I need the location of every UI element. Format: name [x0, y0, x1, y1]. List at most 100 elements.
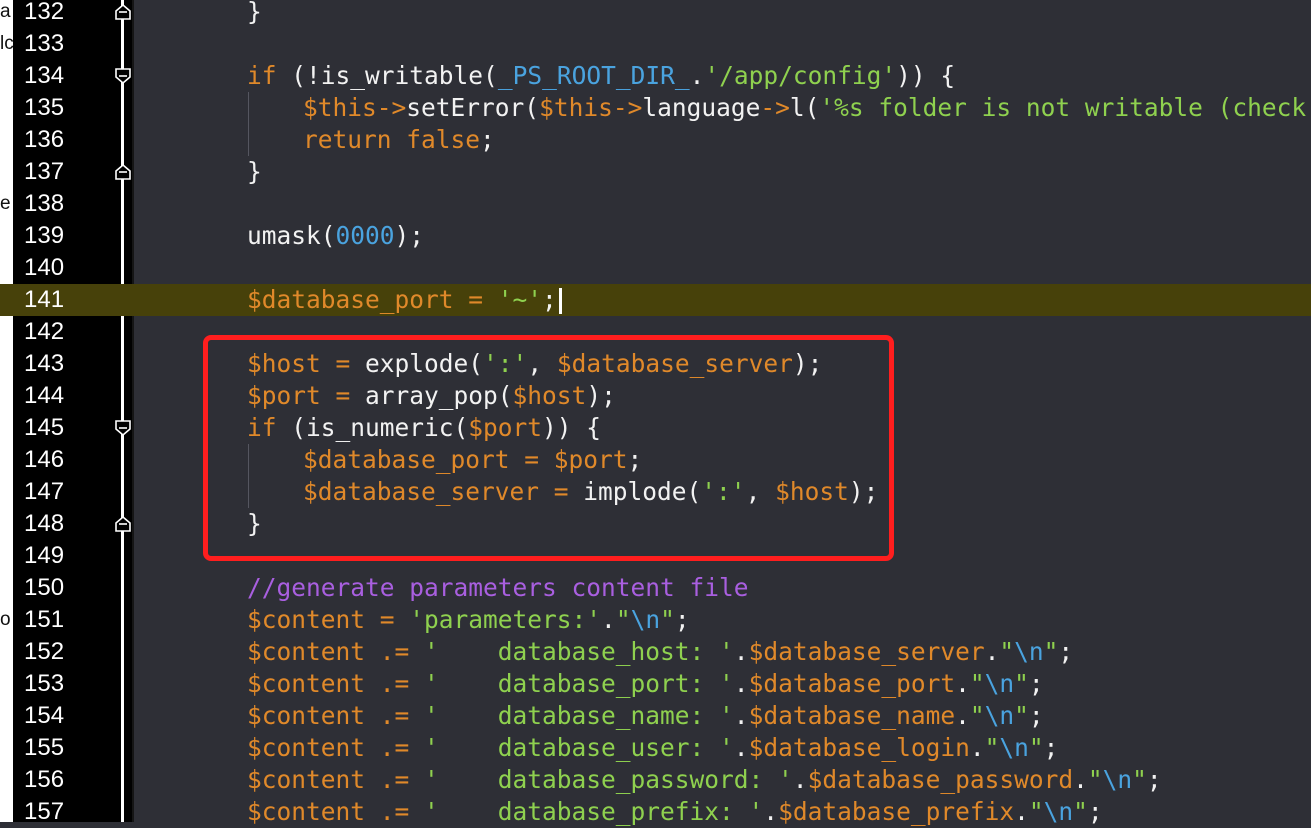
code-text[interactable]: $content .= ' database_port: '.$database… — [247, 668, 1044, 700]
code-token: ; — [1028, 669, 1044, 698]
code-text[interactable]: $content .= ' database_name: '.$database… — [247, 700, 1044, 732]
fold-end-icon[interactable] — [114, 3, 132, 21]
code-line[interactable]: 134 if (!is_writable(_PS_ROOT_DIR_.'/app/… — [0, 60, 1311, 92]
code-text[interactable]: if (!is_writable(_PS_ROOT_DIR_.'/app/con… — [247, 60, 955, 92]
code-token: $content — [247, 637, 366, 666]
code-text[interactable]: $content = 'parameters:'."\n"; — [247, 604, 690, 636]
code-token: ' database_name: ' — [424, 701, 734, 730]
code-line[interactable]: 151 $content = 'parameters:'."\n"; — [0, 604, 1311, 636]
line-number: 152 — [24, 638, 65, 665]
code-token: . — [733, 701, 749, 730]
line-number: 155 — [24, 734, 65, 761]
code-token: ; — [480, 125, 495, 154]
line-number: 133 — [24, 30, 65, 57]
indent-guide — [248, 92, 249, 124]
code-token: umask( — [247, 221, 336, 250]
code-token: " — [615, 605, 631, 634]
code-token: \n — [984, 701, 1015, 730]
code-token: .= — [365, 765, 425, 794]
line-number: 147 — [24, 478, 65, 505]
code-token: ' database_password: ' — [424, 765, 793, 794]
code-token: " — [969, 669, 985, 698]
code-token: . — [1073, 765, 1088, 794]
code-line[interactable]: 133 — [0, 28, 1311, 60]
code-line[interactable]: 152 $content .= ' database_host: '.$datab… — [0, 636, 1311, 668]
code-token: $content — [247, 605, 366, 634]
line-number: 149 — [24, 542, 65, 569]
indent-guide — [248, 124, 249, 156]
code-line[interactable]: 155 $content .= ' database_user: '.$datab… — [0, 732, 1311, 764]
line-number: 141 — [24, 286, 65, 313]
fold-end-icon[interactable] — [114, 163, 132, 181]
code-token: $content — [247, 701, 366, 730]
code-token: $content — [247, 669, 366, 698]
code-token: $database_port — [247, 285, 454, 314]
code-text[interactable]: } — [247, 0, 262, 28]
code-line[interactable]: 141 $database_port = '~'; — [0, 284, 1311, 316]
code-line[interactable]: 132} — [0, 0, 1311, 28]
code-line[interactable]: 138 — [0, 188, 1311, 220]
code-text[interactable]: umask(0000); — [247, 220, 424, 252]
code-text[interactable]: $content .= ' database_prefix: '.$databa… — [247, 796, 1103, 828]
code-token: ( — [804, 93, 820, 122]
code-token: _PS_ROOT_DIR_ — [497, 61, 690, 90]
code-token: $database_server — [748, 637, 985, 666]
code-token: " — [999, 637, 1015, 666]
code-token: . — [733, 733, 749, 762]
code-token: ; — [1028, 701, 1044, 730]
code-token: " — [1043, 637, 1059, 666]
code-text[interactable]: $content .= ' database_host: '.$database… — [247, 636, 1073, 668]
line-number: 135 — [24, 94, 65, 121]
code-line[interactable]: 136 return false; — [0, 124, 1311, 156]
code-line[interactable]: 139 umask(0000); — [0, 220, 1311, 252]
code-token: '%s folder is not writable (check per — [819, 93, 1311, 122]
line-number: 142 — [24, 318, 65, 345]
code-token: \n — [984, 669, 1015, 698]
fold-end-icon[interactable] — [114, 515, 132, 533]
code-token: .= — [365, 701, 425, 730]
code-token: " — [984, 733, 1000, 762]
code-text[interactable]: $this->setError($this->language->l('%s f… — [303, 92, 1311, 124]
code-line[interactable]: 137} — [0, 156, 1311, 188]
code-text[interactable]: return false; — [303, 124, 495, 156]
code-line[interactable]: 154 $content .= ' database_name: '.$datab… — [0, 700, 1311, 732]
code-token: = — [365, 605, 410, 634]
code-token: " — [1132, 765, 1147, 794]
text-cursor — [558, 288, 562, 314]
line-number: 150 — [24, 574, 65, 601]
code-token: ' database_host: ' — [424, 637, 734, 666]
fold-collapse-icon[interactable] — [114, 67, 132, 85]
code-token: ; — [542, 285, 557, 314]
code-token: -> — [760, 93, 790, 122]
code-token: . — [601, 605, 616, 634]
code-line[interactable]: 153 $content .= ' database_port: '.$datab… — [0, 668, 1311, 700]
line-number: 157 — [24, 798, 65, 825]
fold-collapse-icon[interactable] — [114, 419, 132, 437]
code-text[interactable]: $database_port = '~'; — [247, 284, 562, 316]
code-token: l — [789, 93, 805, 122]
code-text[interactable]: $content .= ' database_password: '.$data… — [247, 764, 1162, 796]
code-token: )) { — [896, 61, 956, 90]
code-token: . — [689, 61, 705, 90]
code-token: \n — [1102, 765, 1133, 794]
code-text[interactable]: $content .= ' database_user: '.$database… — [247, 732, 1058, 764]
line-number: 138 — [24, 190, 65, 217]
code-text[interactable]: //generate parameters content file — [247, 572, 749, 604]
code-line[interactable]: 150 //generate parameters content file — [0, 572, 1311, 604]
code-token: if — [247, 61, 277, 90]
code-token: ( — [524, 93, 540, 122]
code-token: .= — [365, 669, 425, 698]
code-token: return — [303, 125, 392, 154]
code-token: " — [1014, 669, 1029, 698]
code-line[interactable]: 135 $this->setError($this->language->l('%… — [0, 92, 1311, 124]
code-line[interactable]: 157 $content .= ' database_prefix: '.$dat… — [0, 796, 1311, 828]
code-line[interactable]: 156 $content .= ' database_password: '.$d… — [0, 764, 1311, 796]
code-line[interactable]: 140 — [0, 252, 1311, 284]
code-token: language — [642, 93, 761, 122]
code-text[interactable]: } — [247, 156, 262, 188]
code-token: -> — [612, 93, 643, 122]
code-token: ' database_user: ' — [424, 733, 734, 762]
line-number: 136 — [24, 126, 65, 153]
code-token: = — [453, 285, 498, 314]
